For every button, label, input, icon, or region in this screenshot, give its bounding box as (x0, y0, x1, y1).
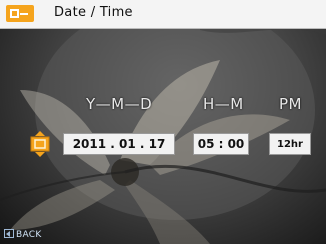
settings-tab-icon (6, 5, 34, 22)
back-button[interactable]: BACK (4, 229, 42, 240)
back-arrow-icon (4, 229, 14, 238)
time-field[interactable]: 05 : 00 (193, 133, 249, 155)
flower-background-photo (0, 0, 326, 244)
camera-screen: Date / Time Y—M—D H—M PM 2011 . 01 . 17 … (0, 0, 326, 244)
back-label: BACK (16, 230, 42, 240)
date-column-header: Y—M—D (86, 95, 153, 113)
title-bar: Date / Time (0, 0, 326, 29)
date-field[interactable]: 2011 . 01 . 17 (63, 133, 175, 155)
time-format-field[interactable]: 12hr (269, 133, 311, 155)
time-column-header: H—M (203, 95, 244, 113)
up-down-arrow-icon[interactable] (30, 131, 50, 157)
page-title: Date / Time (54, 5, 133, 20)
ampm-column-header: PM (279, 95, 302, 113)
